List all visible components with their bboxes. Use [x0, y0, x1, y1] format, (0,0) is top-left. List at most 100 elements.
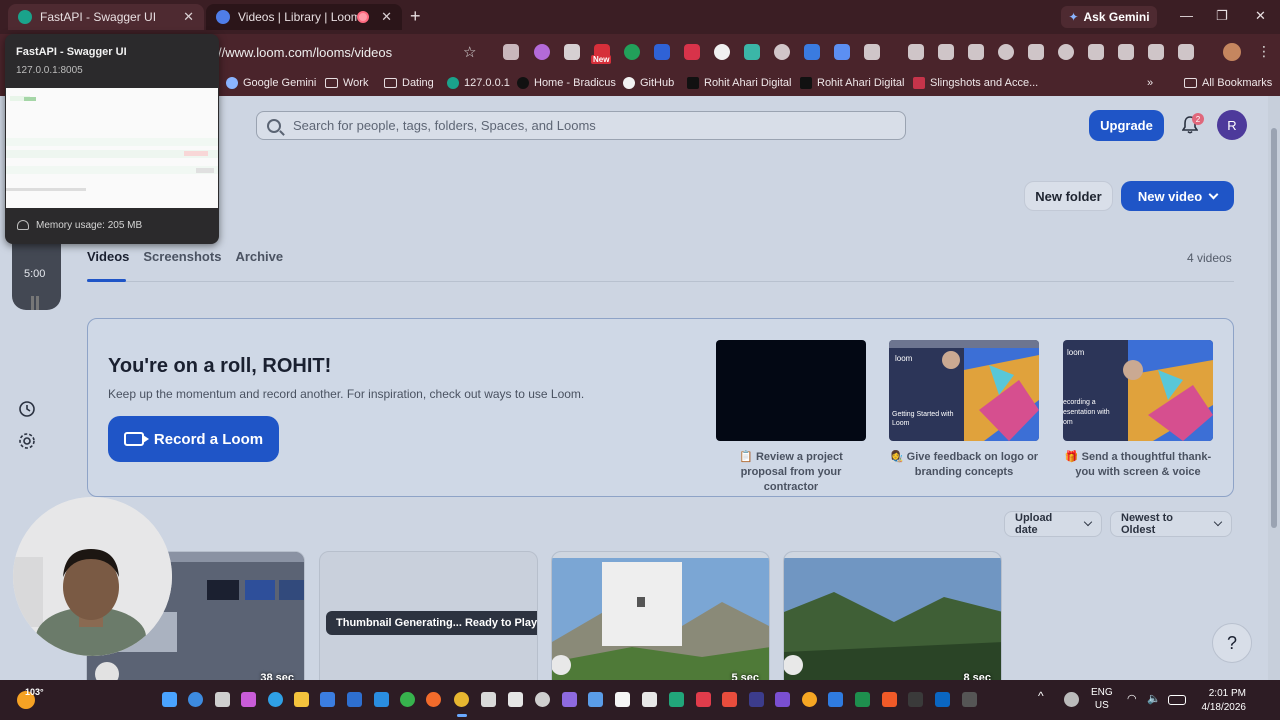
chatgpt-icon[interactable] [535, 692, 550, 707]
key-icon[interactable] [938, 44, 954, 60]
sort-field-dropdown[interactable]: Upload date [1004, 511, 1102, 537]
record-a-loom-button[interactable]: Record a Loom [108, 416, 279, 462]
taskbar-app-icon[interactable] [828, 692, 843, 707]
webcam-bubble[interactable] [13, 497, 172, 656]
edge-icon[interactable] [268, 692, 283, 707]
vscode-icon[interactable] [374, 692, 389, 707]
bookmark-star-icon[interactable]: ☆ [463, 43, 476, 61]
pause-icon[interactable] [31, 296, 39, 310]
bookmark-google-gemini[interactable]: Google Gemini [226, 77, 316, 89]
taskbar-app-icon[interactable] [962, 692, 977, 707]
bookmark-github[interactable]: GitHub [623, 77, 674, 89]
extension-icon[interactable] [503, 44, 519, 60]
tab-archive[interactable]: Archive [235, 249, 283, 264]
reading-list-icon[interactable] [1088, 44, 1104, 60]
scrollbar-thumb[interactable] [1271, 128, 1277, 528]
taskbar-app-icon[interactable] [562, 692, 577, 707]
close-window-button[interactable]: ✕ [1255, 8, 1266, 24]
video-card[interactable]: Thumbnail Generating... Ready to Play [319, 551, 538, 680]
tab-loom[interactable]: Videos | Library | Loom ✕ [206, 4, 402, 30]
location-icon[interactable] [998, 44, 1014, 60]
tab-screenshots[interactable]: Screenshots [143, 249, 221, 264]
visual-studio-icon[interactable] [775, 692, 790, 707]
pocket-extension-icon[interactable] [684, 44, 700, 60]
settings-gear-icon[interactable] [18, 432, 36, 450]
taskbar-app-icon[interactable] [696, 692, 711, 707]
user-avatar[interactable]: R [1217, 110, 1247, 140]
language-indicator[interactable]: ENG US [1091, 686, 1113, 712]
taskbar-app-icon[interactable] [669, 692, 684, 707]
idea-card-project-proposal[interactable]: 📋 Review a project proposal from your co… [716, 340, 866, 495]
extension-icon[interactable] [624, 44, 640, 60]
bookmarks-overflow-icon[interactable]: » [1147, 77, 1153, 89]
taskbar-app-icon[interactable] [400, 692, 415, 707]
maximize-window-button[interactable]: ❐ [1216, 8, 1228, 24]
all-bookmarks[interactable]: All Bookmarks [1184, 77, 1272, 89]
incognito-icon[interactable] [908, 44, 924, 60]
camera-extension-icon[interactable] [564, 44, 580, 60]
extension-icon[interactable] [654, 44, 670, 60]
extension-icon[interactable] [804, 44, 820, 60]
taskbar-app-icon[interactable] [749, 692, 764, 707]
cast-icon[interactable] [1178, 44, 1194, 60]
apps-icon[interactable] [1148, 44, 1164, 60]
file-explorer-icon[interactable] [294, 692, 309, 707]
tab-fastapi[interactable]: FastAPI - Swagger UI ✕ [8, 4, 204, 30]
tab-videos[interactable]: Videos [87, 249, 129, 264]
bookmark-rohit-ahari-1[interactable]: Rohit Ahari Digital [687, 77, 791, 89]
browser-profile-avatar[interactable] [1223, 43, 1241, 61]
new-tab-button[interactable]: + [410, 6, 421, 27]
taskbar-app-icon[interactable] [588, 692, 603, 707]
chrome-icon[interactable] [454, 692, 469, 707]
taskbar-app-icon[interactable] [241, 692, 256, 707]
close-tab-icon[interactable]: ✕ [183, 9, 194, 25]
bookmarks-icon[interactable] [1028, 44, 1044, 60]
notion-icon[interactable] [508, 692, 523, 707]
taskbar-app-icon[interactable] [642, 692, 657, 707]
ask-gemini-button[interactable]: ✦ Ask Gemini [1061, 6, 1157, 28]
extension-icon[interactable] [534, 44, 550, 60]
help-button[interactable]: ? [1212, 623, 1252, 663]
start-windows-icon[interactable] [162, 692, 177, 707]
office-icon[interactable] [722, 692, 737, 707]
history-icon[interactable] [1058, 44, 1074, 60]
taskbar-app-icon[interactable] [481, 692, 496, 707]
taskbar-app-icon[interactable] [615, 692, 630, 707]
new-video-button[interactable]: New video [1121, 181, 1234, 211]
sort-order-dropdown[interactable]: Newest to Oldest [1110, 511, 1232, 537]
extension-icon[interactable] [714, 44, 730, 60]
minimize-window-button[interactable]: — [1180, 8, 1193, 23]
terminal-icon[interactable] [908, 692, 923, 707]
bookmark-folder-work[interactable]: Work [325, 77, 368, 89]
task-view-icon[interactable] [215, 692, 230, 707]
extension-icon[interactable] [744, 44, 760, 60]
tray-app-icon[interactable] [1064, 692, 1079, 707]
wifi-icon[interactable]: ◠ [1127, 692, 1142, 707]
puzzle-extensions-icon[interactable] [864, 44, 880, 60]
bookmark-folder-dating[interactable]: Dating [384, 77, 434, 89]
browser-menu-icon[interactable]: ⋮ [1257, 43, 1271, 60]
new-folder-button[interactable]: New folder [1024, 181, 1113, 211]
address-bar[interactable]: //www.loom.com/looms/videos [218, 45, 392, 60]
video-card[interactable]: 5 sec [551, 551, 770, 680]
search-taskbar-icon[interactable] [188, 692, 203, 707]
lightbulb-extension-icon[interactable] [774, 44, 790, 60]
recent-clock-icon[interactable] [18, 400, 36, 418]
brave-icon[interactable] [882, 692, 897, 707]
idea-card-thank-you[interactable]: loom ecording a esentation with om 🎁 Sen… [1063, 340, 1213, 480]
firefox-icon[interactable] [426, 692, 441, 707]
taskbar-app-icon[interactable] [802, 692, 817, 707]
volume-icon[interactable]: 🔈 [1147, 692, 1162, 707]
excel-icon[interactable] [855, 692, 870, 707]
docs-extension-icon[interactable] [834, 44, 850, 60]
download-icon[interactable] [1118, 44, 1134, 60]
bookmark-bradicus[interactable]: Home - Bradicus [517, 77, 616, 89]
taskbar-clock[interactable]: 2:01 PM 4/18/2026 [1198, 687, 1247, 715]
store-icon[interactable] [320, 692, 335, 707]
search-input[interactable]: Search for people, tags, folders, Spaces… [256, 111, 906, 140]
battery-icon[interactable] [1168, 695, 1186, 705]
upgrade-button[interactable]: Upgrade [1089, 110, 1164, 141]
taskbar-app-icon[interactable] [347, 692, 362, 707]
tray-overflow-icon[interactable]: ^ [1038, 690, 1044, 703]
close-tab-icon[interactable]: ✕ [381, 9, 392, 25]
